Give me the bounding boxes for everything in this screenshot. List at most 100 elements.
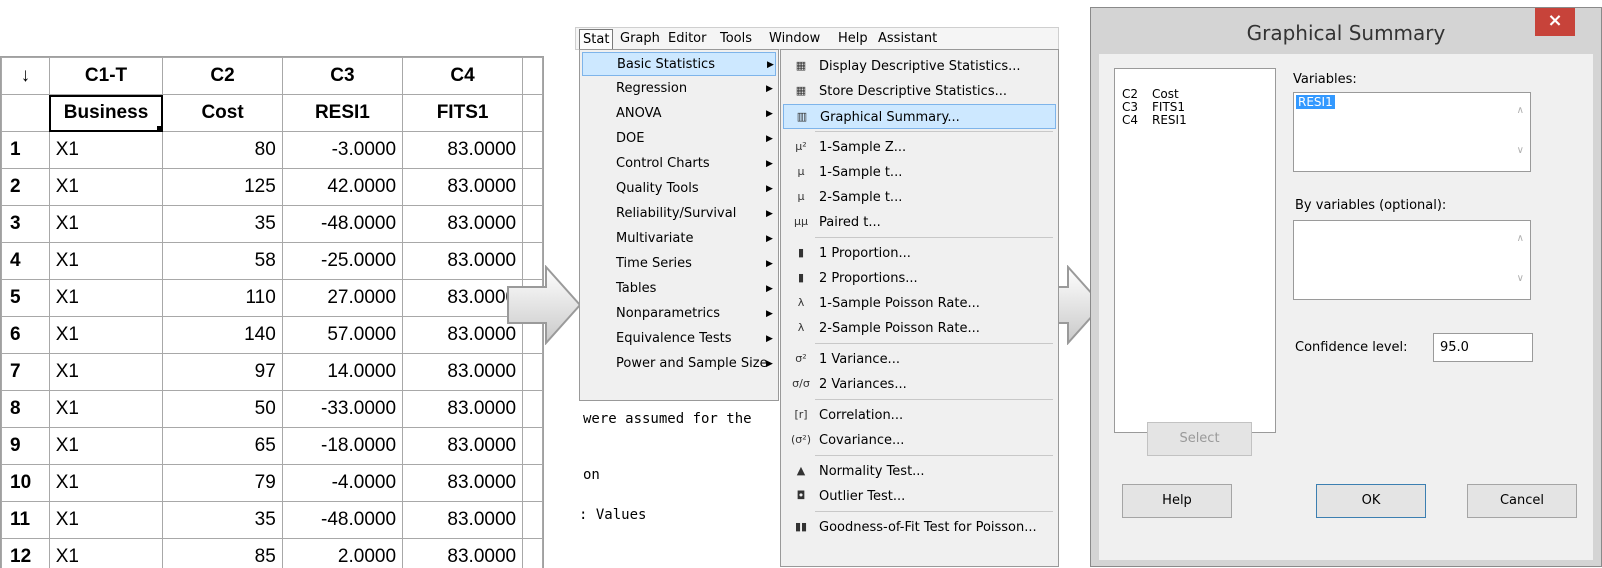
menu-help[interactable]: Help: [838, 31, 868, 46]
cell-cost[interactable]: 85: [163, 539, 282, 568]
cell-fits1[interactable]: 83.0000: [403, 280, 523, 317]
cell-business[interactable]: X1: [49, 169, 163, 206]
cell-empty[interactable]: [523, 354, 543, 391]
column-name-cost[interactable]: Cost: [163, 95, 282, 132]
cell-resi1[interactable]: -48.0000: [282, 206, 402, 243]
cell-business[interactable]: X1: [49, 132, 163, 169]
menu-editor[interactable]: Editor: [668, 31, 706, 46]
row-number[interactable]: 3: [2, 206, 50, 243]
basic-stats-menu-item[interactable]: μμPaired t...: [783, 210, 1056, 235]
cell-cost[interactable]: 97: [163, 354, 282, 391]
cell-resi1[interactable]: -25.0000: [282, 243, 402, 280]
menu-tools[interactable]: Tools: [720, 31, 752, 46]
cell-business[interactable]: X1: [49, 354, 163, 391]
cell-cost[interactable]: 35: [163, 206, 282, 243]
stat-menu-item[interactable]: DOE▶: [582, 127, 776, 151]
basic-stats-menu-item[interactable]: [r]Correlation...: [783, 403, 1056, 428]
stat-menu-item[interactable]: Control Charts▶: [582, 152, 776, 176]
menu-graph[interactable]: Graph: [620, 31, 660, 46]
basic-stats-menu-item[interactable]: σ²1 Variance...: [783, 347, 1056, 372]
cell-cost[interactable]: 140: [163, 317, 282, 354]
cell-empty[interactable]: [523, 391, 543, 428]
cell-fits1[interactable]: 83.0000: [403, 502, 523, 539]
column-id-c1[interactable]: C1-T: [49, 58, 163, 95]
basic-stats-menu-item[interactable]: ▲Normality Test...: [783, 459, 1056, 484]
data-entry-direction-arrow[interactable]: ↓: [2, 58, 50, 95]
variables-field[interactable]: RESI1 ∧ ∨: [1293, 92, 1531, 172]
stat-menu-item[interactable]: Quality Tools▶: [582, 177, 776, 201]
scroll-up-icon-2[interactable]: ∧: [1517, 233, 1524, 244]
cell-business[interactable]: X1: [49, 539, 163, 568]
cell-resi1[interactable]: -18.0000: [282, 428, 402, 465]
stat-menu-item[interactable]: Tables▶: [582, 277, 776, 301]
cell-empty[interactable]: [523, 169, 543, 206]
stat-menu-item[interactable]: Equivalence Tests▶: [582, 327, 776, 351]
cell-fits1[interactable]: 83.0000: [403, 243, 523, 280]
row-number[interactable]: 2: [2, 169, 50, 206]
row-number[interactable]: 11: [2, 502, 50, 539]
cell-empty[interactable]: [523, 206, 543, 243]
cell-resi1[interactable]: -4.0000: [282, 465, 402, 502]
basic-stats-menu-item[interactable]: ▥Graphical Summary...: [783, 104, 1056, 129]
cell-fits1[interactable]: 83.0000: [403, 206, 523, 243]
cell-empty[interactable]: [523, 428, 543, 465]
cell-resi1[interactable]: -33.0000: [282, 391, 402, 428]
cell-cost[interactable]: 79: [163, 465, 282, 502]
cell-empty[interactable]: [523, 539, 543, 568]
cell-resi1[interactable]: 42.0000: [282, 169, 402, 206]
ok-button[interactable]: OK: [1316, 484, 1426, 518]
cell-business[interactable]: X1: [49, 206, 163, 243]
cell-fits1[interactable]: 83.0000: [403, 132, 523, 169]
menu-window[interactable]: Window: [769, 31, 820, 46]
cell-cost[interactable]: 80: [163, 132, 282, 169]
basic-stats-menu-item[interactable]: ▦Store Descriptive Statistics...: [783, 79, 1056, 104]
row-number[interactable]: 6: [2, 317, 50, 354]
cell-empty[interactable]: [523, 465, 543, 502]
cell-fits1[interactable]: 83.0000: [403, 317, 523, 354]
basic-stats-menu-item[interactable]: ▦Display Descriptive Statistics...: [783, 54, 1056, 79]
scroll-up-icon[interactable]: ∧: [1517, 105, 1524, 116]
basic-stats-menu-item[interactable]: λ1-Sample Poisson Rate...: [783, 291, 1056, 316]
column-id-empty[interactable]: [523, 58, 543, 95]
row-number[interactable]: 4: [2, 243, 50, 280]
cell-business[interactable]: X1: [49, 428, 163, 465]
stat-menu-item[interactable]: Power and Sample Size▶: [582, 352, 776, 376]
cell-fits1[interactable]: 83.0000: [403, 539, 523, 568]
cell-empty[interactable]: [523, 132, 543, 169]
basic-stats-menu-item[interactable]: (σ²)Covariance...: [783, 428, 1056, 453]
cell-cost[interactable]: 50: [163, 391, 282, 428]
basic-stats-menu-item[interactable]: ◘Outlier Test...: [783, 484, 1056, 509]
scroll-down-icon-2[interactable]: ∨: [1517, 273, 1524, 284]
stat-menu-item[interactable]: Multivariate▶: [582, 227, 776, 251]
help-button[interactable]: Help: [1122, 484, 1232, 518]
variable-list[interactable]: C2Cost C3FITS1 C4RESI1: [1114, 68, 1276, 433]
cell-business[interactable]: X1: [49, 280, 163, 317]
cancel-button[interactable]: Cancel: [1467, 484, 1577, 518]
row-number[interactable]: 1: [2, 132, 50, 169]
stat-menu-item[interactable]: Time Series▶: [582, 252, 776, 276]
column-name-resi1[interactable]: RESI1: [282, 95, 402, 132]
basic-stats-menu-item[interactable]: ▮▮Goodness-of-Fit Test for Poisson...: [783, 515, 1056, 540]
cell-resi1[interactable]: 27.0000: [282, 280, 402, 317]
cell-business[interactable]: X1: [49, 391, 163, 428]
cell-cost[interactable]: 125: [163, 169, 282, 206]
cell-fits1[interactable]: 83.0000: [403, 428, 523, 465]
row-number[interactable]: 7: [2, 354, 50, 391]
column-id-c3[interactable]: C3: [282, 58, 402, 95]
by-variables-field[interactable]: ∧ ∨: [1293, 220, 1531, 300]
cell-business[interactable]: X1: [49, 243, 163, 280]
column-id-c4[interactable]: C4: [403, 58, 523, 95]
stat-menu-item[interactable]: Regression▶: [582, 77, 776, 101]
cell-fits1[interactable]: 83.0000: [403, 391, 523, 428]
cell-fits1[interactable]: 83.0000: [403, 354, 523, 391]
cell-cost[interactable]: 35: [163, 502, 282, 539]
cell-resi1[interactable]: -3.0000: [282, 132, 402, 169]
basic-stats-menu-item[interactable]: ▮2 Proportions...: [783, 266, 1056, 291]
cell-cost[interactable]: 65: [163, 428, 282, 465]
basic-stats-menu-item[interactable]: λ2-Sample Poisson Rate...: [783, 316, 1056, 341]
cell-cost[interactable]: 110: [163, 280, 282, 317]
variable-list-item[interactable]: C4RESI1: [1122, 113, 1187, 128]
basic-stats-menu-item[interactable]: σ/σ2 Variances...: [783, 372, 1056, 397]
confidence-level-field[interactable]: 95.0: [1433, 333, 1533, 362]
column-name-empty[interactable]: [523, 95, 543, 132]
